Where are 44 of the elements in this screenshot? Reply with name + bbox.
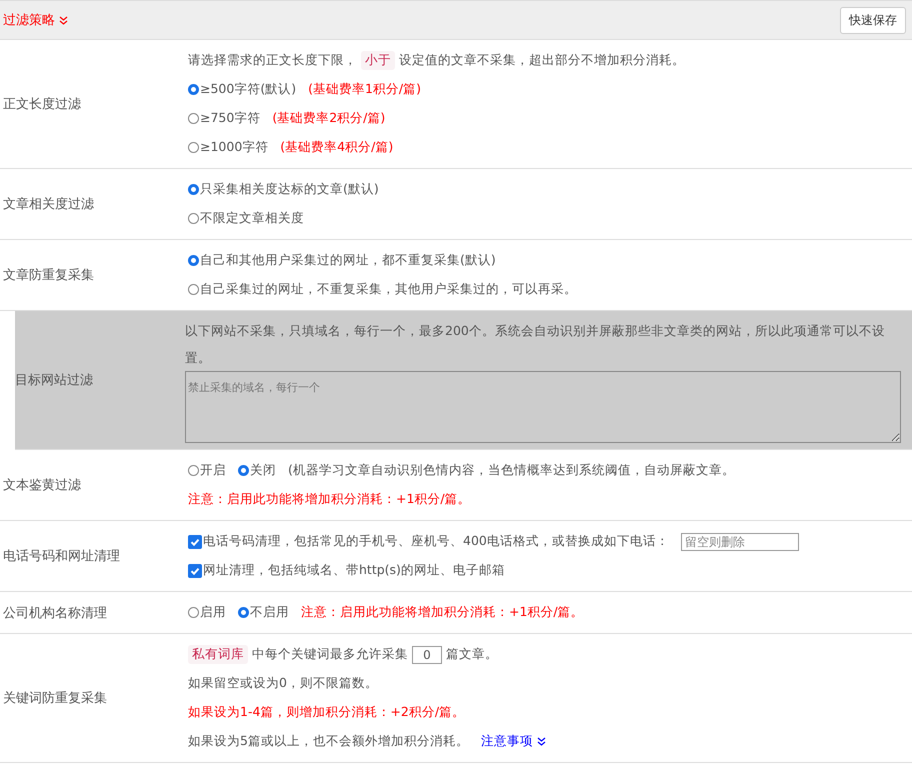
note-text: (基础费率2积分/篇)	[272, 110, 386, 127]
radio-option[interactable]: 开启	[188, 462, 226, 479]
row-label: 文章相关度过滤	[3, 196, 94, 213]
row-label: 关键词防重复采集	[3, 690, 107, 707]
quick-save-button[interactable]: 快速保存	[840, 6, 906, 34]
radio-option[interactable]: 自己和其他用户采集过的网址，都不重复采集(默认)	[188, 252, 496, 269]
checkbox-option[interactable]: 网址清理，包括纯域名、带http(s)的网址、电子邮箱	[188, 562, 505, 579]
note-text: (基础费率4积分/篇)	[280, 139, 394, 156]
row-label: 目标网站过滤	[15, 372, 93, 389]
note-text: 注意：启用此功能将增加积分消耗：+1积分/篇。	[188, 491, 471, 508]
row-label: 电话号码和网址清理	[3, 548, 120, 565]
description-text: 请选择需求的正文长度下限，	[188, 52, 357, 69]
row-label: 正文长度过滤	[3, 96, 81, 113]
description-text: 篇文章。	[446, 646, 498, 663]
checkbox-option[interactable]: 电话号码清理，包括常见的手机号、座机号、400电话格式，或替换成如下电话：	[188, 533, 669, 550]
radio-option[interactable]: 关闭	[238, 462, 276, 479]
description-text: 中每个关键词最多允许采集	[252, 646, 408, 663]
phone-input[interactable]: 留空则删除	[680, 532, 799, 550]
description-text: (机器学习文章自动识别色情内容，当色情概率达到系统阈值，自动屏蔽文章。	[288, 462, 735, 479]
row-label: 文章防重复采集	[3, 267, 94, 284]
notes-link[interactable]: 注意事项	[480, 733, 533, 750]
count-input[interactable]: 0	[412, 646, 442, 664]
note-text: 注意：启用此功能将增加积分消耗：+1积分/篇。	[301, 604, 584, 621]
radio-option[interactable]: 自己采集过的网址，不重复采集，其他用户采集过的，可以再采。	[188, 281, 577, 298]
description-text: 如果设为5篇或以上，也不会额外增加积分消耗。	[188, 733, 469, 750]
radio-option[interactable]: 不限定文章相关度	[188, 210, 304, 227]
row-label: 公司机构名称清理	[3, 604, 107, 622]
highlight-tag: 私有词库	[188, 645, 248, 664]
domain-textarea[interactable]: 禁止采集的域名，每行一个	[185, 371, 901, 443]
note-text: 如果设为1-4篇，则增加积分消耗：+2积分/篇。	[188, 704, 466, 721]
description-text: 以下网站不采集，只填域名，每行一个，最多200个。系统会自动识别并屏蔽那些非文章类的网站，所以此项通常可以不设置。	[185, 322, 886, 367]
note-text: (基础费率1积分/篇)	[308, 81, 422, 98]
radio-option[interactable]: 不启用	[238, 604, 289, 621]
description-text: 设定值的文章不采集，超出部分不增加积分消耗。	[399, 52, 685, 69]
radio-option[interactable]: ≥500字符(默认)	[188, 81, 296, 98]
radio-option[interactable]: 启用	[188, 604, 226, 621]
double-chevron-icon	[536, 737, 546, 746]
highlight-tag: 小于	[361, 51, 395, 70]
radio-option[interactable]: 只采集相关度达标的文章(默认)	[188, 181, 379, 198]
radio-option[interactable]: ≥750字符	[188, 110, 260, 127]
row-label: 文本鉴黄过滤	[3, 477, 81, 494]
radio-option[interactable]: ≥1000字符	[188, 139, 268, 156]
description-text: 如果留空或设为0，则不限篇数。	[188, 675, 378, 692]
double-chevron-icon	[59, 16, 68, 24]
